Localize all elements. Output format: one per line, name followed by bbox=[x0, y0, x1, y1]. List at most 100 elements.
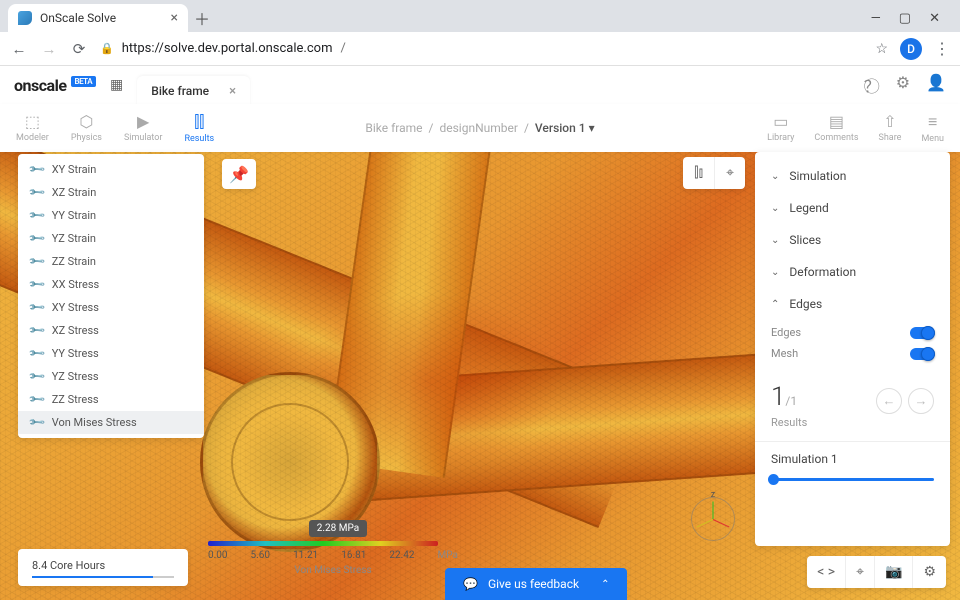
browser-toolbar: ← → ⟳ 🔒 https://solve.dev.portal.onscale… bbox=[0, 32, 960, 66]
file-tab[interactable]: Bike frame × bbox=[137, 76, 250, 107]
properties-panel: ⌄Simulation ⌄Legend ⌄Slices ⌄Deformation… bbox=[755, 152, 950, 546]
settings-sliders-icon[interactable]: ⚙ bbox=[896, 73, 910, 97]
pin-button[interactable]: 📌 bbox=[222, 159, 256, 189]
bookmark-icon[interactable]: ☆ bbox=[875, 41, 888, 57]
result-item-label: YY Stress bbox=[52, 347, 99, 360]
cube-icon: ⬚ bbox=[25, 112, 40, 131]
result-list-item[interactable]: 🔧YZ Stress bbox=[18, 365, 204, 388]
result-total: /1 bbox=[785, 394, 797, 408]
toggle-label: Edges bbox=[771, 326, 801, 339]
app-header: onscale BETA ▦ Bike frame × ？⃝ ⚙ 👤 bbox=[0, 66, 960, 104]
gear-icon[interactable]: ⚙ bbox=[912, 556, 946, 588]
maximize-icon[interactable]: ▢ bbox=[899, 11, 911, 26]
accordion-edges[interactable]: ⌃Edges bbox=[755, 288, 950, 320]
breadcrumb-item[interactable]: designNumber bbox=[439, 121, 517, 135]
next-result-button[interactable]: → bbox=[908, 388, 934, 414]
accordion-legend[interactable]: ⌄Legend bbox=[755, 192, 950, 224]
chart-icon[interactable]: ⫿⫾ bbox=[683, 157, 714, 189]
breadcrumb-item[interactable]: Bike frame bbox=[365, 121, 422, 135]
profile-avatar[interactable]: D bbox=[900, 38, 922, 60]
edges-toggle[interactable] bbox=[910, 327, 934, 339]
pin-icon: 📌 bbox=[229, 165, 249, 184]
legend-tick: 22.42 bbox=[389, 550, 414, 561]
menu-button[interactable]: ≡Menu bbox=[921, 112, 944, 144]
wrench-icon: 🔧 bbox=[27, 275, 46, 294]
result-item-label: ZZ Stress bbox=[52, 393, 99, 406]
library-button[interactable]: ▭Library bbox=[767, 112, 794, 144]
camera-icon[interactable]: 📷 bbox=[874, 556, 912, 588]
reload-icon[interactable]: ⟳ bbox=[70, 40, 88, 58]
legend-tick: 0.00 bbox=[208, 550, 228, 561]
legend-gradient[interactable] bbox=[208, 541, 438, 546]
chevron-down-icon: ⌄ bbox=[771, 203, 779, 214]
core-hours-panel[interactable]: 8.4 Core Hours bbox=[18, 549, 188, 586]
file-tab-label: Bike frame bbox=[151, 84, 209, 98]
apps-grid-icon[interactable]: ▦ bbox=[110, 77, 123, 93]
share-button[interactable]: ⇧Share bbox=[879, 112, 902, 144]
close-window-icon[interactable]: ✕ bbox=[929, 11, 940, 26]
result-list-item[interactable]: 🔧YY Strain bbox=[18, 204, 204, 227]
chevron-up-icon: ⌃ bbox=[601, 579, 609, 590]
wrench-icon: 🔧 bbox=[27, 344, 46, 363]
modeler-tab[interactable]: ⬚Modeler bbox=[16, 112, 49, 144]
accordion-simulation[interactable]: ⌄Simulation bbox=[755, 160, 950, 192]
result-item-label: XY Strain bbox=[52, 163, 97, 176]
new-tab-button[interactable]: ＋ bbox=[188, 4, 216, 32]
fit-view-icon[interactable]: ⌖ bbox=[845, 556, 874, 588]
results-list-panel: 🔧 XY Strain 🔧XZ Strain🔧YY Strain🔧YZ Strain… bbox=[18, 154, 204, 438]
focus-icon[interactable]: ⌖ bbox=[714, 157, 745, 189]
chevron-down-icon: ⌄ bbox=[771, 235, 779, 246]
result-item-label: ZZ Strain bbox=[52, 255, 96, 268]
main-toolbar: ⬚Modeler ⬡Physics ▶Simulator ⫿⫿Results B… bbox=[0, 104, 960, 152]
toggle-label: Mesh bbox=[771, 347, 798, 360]
close-icon[interactable]: × bbox=[171, 10, 178, 26]
result-list-item[interactable]: 🔧ZZ Stress bbox=[18, 388, 204, 411]
app-logo[interactable]: onscale BETA bbox=[14, 76, 96, 95]
simulation-select[interactable]: Simulation 1 bbox=[755, 441, 950, 472]
mesh-toggle[interactable] bbox=[910, 348, 934, 360]
core-hours-bar bbox=[32, 576, 174, 578]
browser-menu-icon[interactable]: ⋮ bbox=[934, 39, 950, 58]
result-list-item[interactable]: 🔧XZ Stress bbox=[18, 319, 204, 342]
result-list-item[interactable]: 🔧 YY Stress bbox=[18, 342, 204, 365]
simulation-slider[interactable] bbox=[771, 478, 934, 481]
tab-favicon-icon bbox=[18, 11, 32, 25]
comments-button[interactable]: ▤Comments bbox=[814, 112, 858, 144]
core-hours-text: 8.4 Core Hours bbox=[32, 559, 174, 572]
prev-result-button[interactable]: ← bbox=[876, 388, 902, 414]
result-list-item[interactable]: 🔧XZ Strain bbox=[18, 181, 204, 204]
physics-tab[interactable]: ⬡Physics bbox=[71, 112, 102, 144]
accordion-slices[interactable]: ⌄Slices bbox=[755, 224, 950, 256]
help-icon[interactable]: ？⃝ bbox=[864, 73, 880, 97]
results-tab[interactable]: ⫿⫿Results bbox=[184, 112, 214, 144]
browser-tab-strip: OnScale Solve × ＋ — ▢ ✕ bbox=[0, 0, 960, 32]
minimize-icon[interactable]: — bbox=[871, 11, 881, 26]
breadcrumb-current[interactable]: Version 1 ▾ bbox=[535, 121, 595, 135]
legend-tick: 16.81 bbox=[341, 550, 366, 561]
result-list-item[interactable]: 🔧XX Stress bbox=[18, 273, 204, 296]
chevron-down-icon: ⌄ bbox=[771, 171, 779, 182]
account-icon[interactable]: 👤 bbox=[926, 73, 946, 97]
back-icon[interactable]: ← bbox=[10, 40, 28, 58]
browser-tab[interactable]: OnScale Solve × bbox=[8, 4, 188, 32]
result-list-item[interactable]: 🔧Von Mises Stress bbox=[18, 411, 204, 434]
simulator-tab[interactable]: ▶Simulator bbox=[124, 112, 163, 144]
accordion-deformation[interactable]: ⌄Deformation bbox=[755, 256, 950, 288]
wrench-icon: 🔧 bbox=[27, 367, 46, 386]
wrench-icon: 🔧 bbox=[27, 229, 46, 248]
legend-label: Von Mises Stress bbox=[208, 565, 458, 576]
wrench-icon: 🔧 bbox=[27, 298, 46, 317]
result-list-item[interactable]: 🔧YZ Strain bbox=[18, 227, 204, 250]
axis-gizmo[interactable]: z bbox=[688, 494, 738, 544]
address-bar[interactable]: 🔒 https://solve.dev.portal.onscale.com/ bbox=[100, 41, 863, 56]
result-list-item[interactable]: 🔧ZZ Strain bbox=[18, 250, 204, 273]
result-list-item[interactable]: 🔧XY Stress bbox=[18, 296, 204, 319]
forward-icon[interactable]: → bbox=[40, 40, 58, 58]
viewport-bottom-tools: < > ⌖ 📷 ⚙ bbox=[807, 556, 946, 588]
code-icon[interactable]: < > bbox=[807, 556, 845, 588]
wrench-icon: 🔧 bbox=[27, 160, 46, 179]
result-list-item[interactable]: 🔧 XY Strain bbox=[18, 158, 204, 181]
legend-unit: MPa bbox=[438, 550, 458, 561]
close-icon[interactable]: × bbox=[229, 84, 236, 99]
feedback-button[interactable]: 💬 Give us feedback ⌃ bbox=[445, 568, 627, 600]
